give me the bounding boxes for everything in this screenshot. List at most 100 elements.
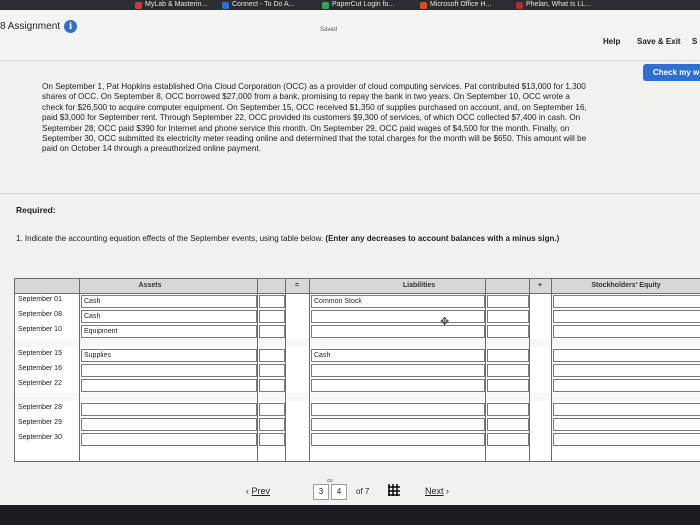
equity-field[interactable] bbox=[553, 403, 700, 416]
liability-account-field[interactable] bbox=[311, 325, 485, 338]
asset-account-field[interactable]: Supplies bbox=[81, 349, 257, 362]
equity-header: Stockholders' Equity bbox=[551, 279, 700, 294]
equity-field[interactable] bbox=[553, 310, 700, 323]
instruction-main: 1. Indicate the accounting equation effe… bbox=[16, 234, 326, 243]
prev-button[interactable]: ‹ Prev bbox=[246, 486, 270, 496]
table-column-divider bbox=[551, 279, 552, 461]
liability-account-field[interactable]: Common Stock bbox=[311, 295, 485, 308]
equity-field[interactable] bbox=[553, 349, 700, 362]
table-column-divider bbox=[285, 279, 286, 461]
asset-amount-field[interactable] bbox=[259, 379, 285, 392]
liability-account-field[interactable] bbox=[311, 379, 485, 392]
liability-account-field[interactable]: Cash bbox=[311, 349, 485, 362]
asset-amount-field[interactable] bbox=[259, 349, 285, 362]
row-date-label: September 29 bbox=[18, 419, 62, 426]
move-cursor-icon: ✥ bbox=[440, 316, 450, 328]
table-column-divider bbox=[485, 279, 486, 461]
liability-amount-field[interactable] bbox=[487, 364, 529, 377]
row-date-label: September 22 bbox=[18, 380, 62, 387]
bookmark-item[interactable]: Connect - To Do A... bbox=[222, 0, 295, 10]
help-button[interactable]: Help bbox=[603, 37, 620, 46]
asset-amount-field[interactable] bbox=[259, 364, 285, 377]
bookmark-item[interactable]: Phelan, What Is LL... bbox=[516, 0, 591, 10]
liability-account-field[interactable] bbox=[311, 310, 485, 323]
asset-account-field[interactable] bbox=[81, 379, 257, 392]
bookmark-label: Phelan, What Is LL... bbox=[526, 1, 591, 8]
bookmark-favicon-icon bbox=[222, 1, 229, 9]
row-date-label: September 15 bbox=[18, 350, 62, 357]
table-gap-row bbox=[15, 339, 700, 347]
prev-label: Prev bbox=[251, 486, 271, 496]
chevron-right-icon: › bbox=[443, 486, 450, 496]
bookmark-item[interactable]: PaperCut Login fo... bbox=[322, 0, 394, 10]
liability-account-field[interactable] bbox=[311, 403, 485, 416]
row-date-label: September 30 bbox=[18, 434, 62, 441]
liability-amount-field[interactable] bbox=[487, 310, 529, 323]
grid-icon[interactable] bbox=[388, 484, 400, 496]
plus-header: + bbox=[529, 279, 551, 294]
problem-statement: On September 1, Pat Hopkins established … bbox=[42, 82, 587, 154]
liability-amount-field[interactable] bbox=[487, 295, 529, 308]
liability-amount-field[interactable] bbox=[487, 433, 529, 446]
bookmark-favicon-icon bbox=[135, 1, 142, 9]
page-3-button[interactable]: 3 bbox=[313, 484, 329, 500]
bookmark-item[interactable]: MyLab & Masterin... bbox=[135, 0, 207, 10]
instruction-bold: (Enter any decreases to account balances… bbox=[325, 234, 560, 243]
info-icon[interactable]: i bbox=[64, 20, 78, 33]
bookmark-label: MyLab & Masterin... bbox=[145, 1, 208, 8]
liability-account-field[interactable] bbox=[311, 364, 485, 377]
equity-field[interactable] bbox=[553, 325, 700, 338]
assignment-title: 8 Assignment i bbox=[0, 20, 78, 33]
page-count: of 7 bbox=[356, 487, 370, 496]
liability-amount-field[interactable] bbox=[487, 325, 529, 338]
assignment-title-text: 8 Assignment bbox=[0, 21, 61, 32]
assets-header: Assets bbox=[15, 279, 285, 294]
asset-account-field[interactable] bbox=[81, 433, 257, 446]
bookmark-favicon-icon bbox=[516, 1, 523, 9]
save-exit-button[interactable]: Save & Exit bbox=[637, 37, 681, 46]
pagination: ‹ Prev ∞ 3 4 of 7 Next › bbox=[0, 476, 700, 500]
asset-account-field[interactable] bbox=[81, 418, 257, 431]
page-4-button[interactable]: 4 bbox=[331, 484, 347, 500]
equity-field[interactable] bbox=[553, 418, 700, 431]
liability-account-field[interactable] bbox=[311, 433, 485, 446]
submit-button-partial[interactable]: S bbox=[692, 37, 697, 46]
next-button[interactable]: Next › bbox=[425, 486, 449, 496]
bookmarks-bar: MyLab & Masterin... Connect - To Do A... P… bbox=[0, 0, 700, 10]
saved-status: Saved bbox=[320, 27, 338, 33]
asset-account-field[interactable] bbox=[81, 364, 257, 377]
liability-amount-field[interactable] bbox=[487, 418, 529, 431]
equity-field[interactable] bbox=[553, 364, 700, 377]
liability-amount-field[interactable] bbox=[487, 403, 529, 416]
asset-amount-field[interactable] bbox=[259, 403, 285, 416]
asset-amount-field[interactable] bbox=[259, 325, 285, 338]
asset-amount-field[interactable] bbox=[259, 418, 285, 431]
bookmark-item[interactable]: Microsoft Office H... bbox=[420, 0, 491, 10]
asset-amount-field[interactable] bbox=[259, 433, 285, 446]
equity-field[interactable] bbox=[553, 379, 700, 392]
equity-field[interactable] bbox=[553, 433, 700, 446]
row-date-label: September 28 bbox=[18, 404, 62, 411]
next-label: Next bbox=[425, 486, 444, 496]
instruction-text: 1. Indicate the accounting equation effe… bbox=[16, 234, 606, 244]
liabilities-header: Liabilities bbox=[309, 279, 529, 294]
row-date-label: September 08 bbox=[18, 311, 62, 318]
row-date-label: September 01 bbox=[18, 296, 62, 303]
asset-account-field[interactable]: Cash bbox=[81, 295, 257, 308]
bookmark-label: PaperCut Login fo... bbox=[332, 1, 395, 8]
asset-amount-field[interactable] bbox=[259, 295, 285, 308]
bookmark-label: Microsoft Office H... bbox=[430, 1, 492, 8]
liability-amount-field[interactable] bbox=[487, 379, 529, 392]
asset-account-field[interactable]: Cash bbox=[81, 310, 257, 323]
asset-account-field[interactable] bbox=[81, 403, 257, 416]
equity-field[interactable] bbox=[553, 295, 700, 308]
bookmark-label: Connect - To Do A... bbox=[232, 1, 295, 8]
liability-amount-field[interactable] bbox=[487, 349, 529, 362]
table-column-divider bbox=[309, 279, 310, 461]
liability-account-field[interactable] bbox=[311, 418, 485, 431]
row-date-label: September 16 bbox=[18, 365, 62, 372]
asset-amount-field[interactable] bbox=[259, 310, 285, 323]
check-my-work-button[interactable]: Check my w bbox=[643, 64, 700, 81]
divider bbox=[0, 193, 700, 194]
asset-account-field[interactable]: Equipment bbox=[81, 325, 257, 338]
